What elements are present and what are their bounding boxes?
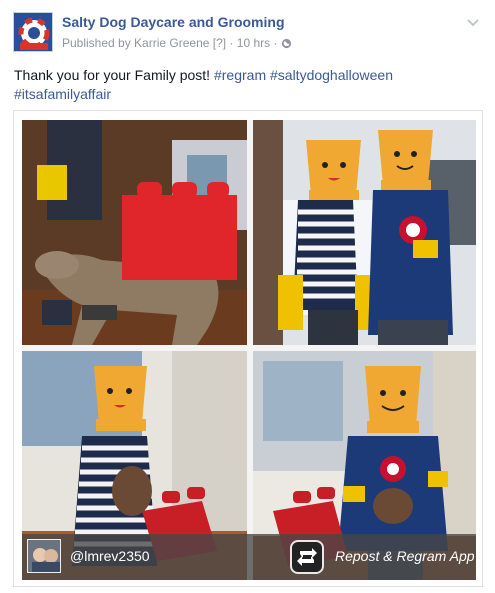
post-time[interactable]: 10 hrs	[237, 36, 270, 50]
meta-separator: ·	[229, 36, 234, 50]
post-photo[interactable]: @lmrev2350 Repost & Regram App	[13, 110, 483, 587]
post-meta: Published by Karrie Greene [?] · 10 hrs …	[62, 36, 292, 52]
repost-app-icon	[290, 540, 324, 574]
photo-collage: @lmrev2350 Repost & Regram App	[22, 120, 476, 580]
meta-separator-2: ·	[273, 36, 278, 50]
regram-user-avatar	[27, 539, 61, 573]
published-by[interactable]: Published by Karrie Greene	[62, 36, 209, 50]
post-message: Thank you for your Family post! #regram …	[14, 66, 480, 104]
hashtag-saltydoghalloween[interactable]: #saltydoghalloween	[270, 67, 393, 83]
page-avatar[interactable]	[13, 12, 53, 52]
post-text: Thank you for your Family post!	[14, 67, 211, 83]
help-marker[interactable]: [?]	[213, 36, 226, 50]
chevron-down-icon[interactable]	[465, 14, 481, 30]
globe-icon[interactable]	[281, 38, 292, 52]
page-name-link[interactable]: Salty Dog Daycare and Grooming	[62, 14, 285, 30]
collage-photo-dog	[22, 120, 247, 345]
post-header: Salty Dog Daycare and Grooming Published…	[13, 12, 483, 54]
collage-photo-couple	[253, 120, 476, 345]
regram-overlay: @lmrev2350 Repost & Regram App	[22, 534, 476, 580]
hashtag-regram[interactable]: #regram	[214, 67, 266, 83]
regram-username: @lmrev2350	[70, 548, 150, 564]
regram-app-label: Repost & Regram App	[335, 548, 475, 564]
hashtag-itsafamilyaffair[interactable]: #itsafamilyaffair	[14, 86, 111, 102]
